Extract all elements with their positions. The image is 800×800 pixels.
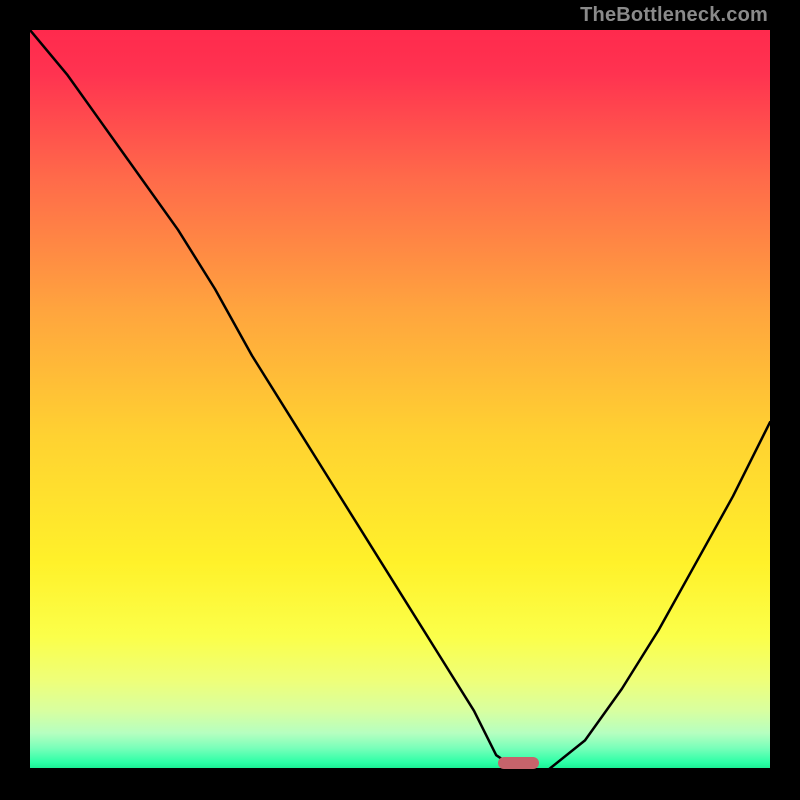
bottleneck-curve — [30, 30, 770, 770]
optimum-marker — [498, 757, 539, 769]
watermark-text: TheBottleneck.com — [580, 4, 768, 27]
chart-frame: TheBottleneck.com — [0, 0, 800, 800]
plot-area — [30, 30, 770, 770]
